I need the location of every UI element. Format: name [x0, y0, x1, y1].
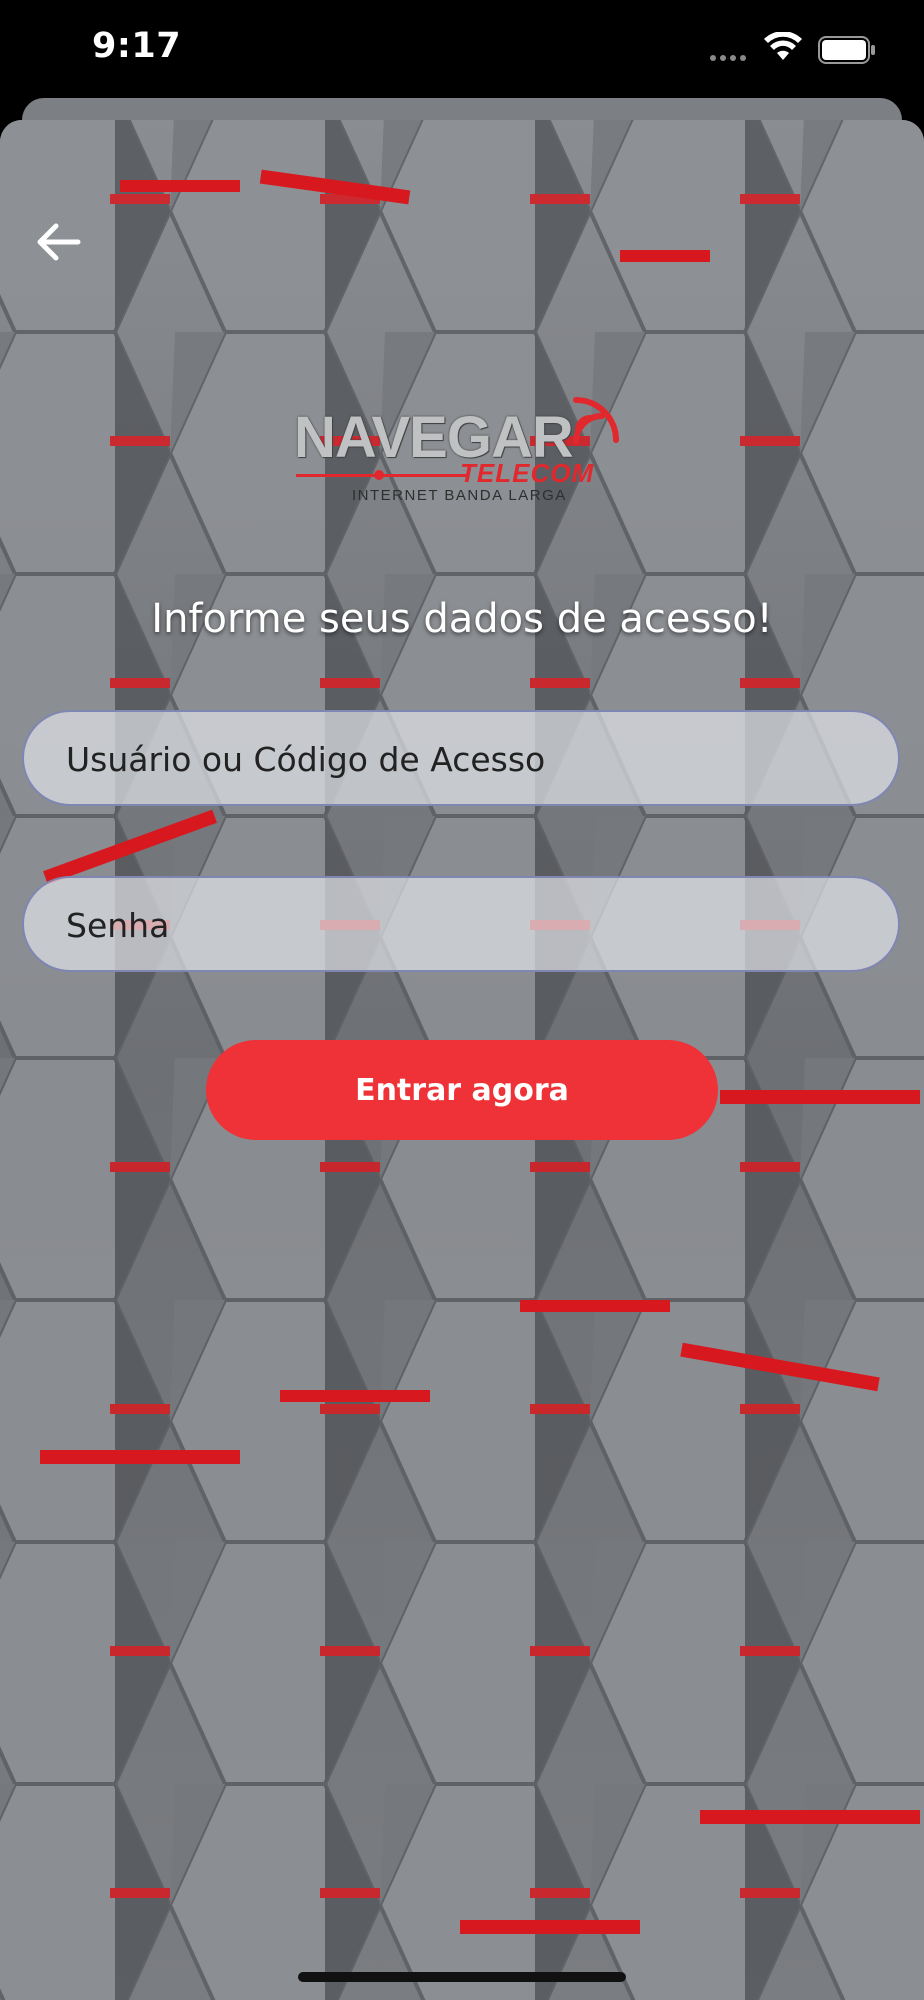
logo-dot [374, 470, 384, 480]
navegar-telecom-logo: NAVEGAR TELECOM INTERNET BANDA LARGA [290, 390, 630, 510]
logo-tagline: INTERNET BANDA LARGA [352, 487, 567, 504]
login-heading: Informe seus dados de acesso! [151, 596, 773, 642]
wifi-icon [764, 32, 802, 60]
arrow-left-icon [37, 223, 81, 261]
username-field[interactable] [22, 710, 900, 806]
cellular-signal-icon [710, 55, 746, 61]
battery-icon [818, 36, 875, 64]
status-bar: 9:17 [0, 0, 924, 100]
username-input[interactable] [64, 712, 868, 806]
logo-sub: TELECOM [460, 458, 595, 488]
password-field[interactable] [22, 876, 900, 972]
login-sheet: NAVEGAR TELECOM INTERNET BANDA LARGA Inf… [0, 120, 924, 2000]
login-submit-button[interactable]: Entrar agora [206, 1040, 718, 1140]
login-screen: 9:17 NAVEGAR TELECOM INTERNET BANDA LARG… [0, 0, 924, 2000]
home-indicator [298, 1972, 626, 1982]
signal-waves-icon [573, 397, 619, 445]
status-time: 9:17 [92, 26, 182, 66]
password-input[interactable] [64, 878, 868, 972]
back-button[interactable] [28, 212, 88, 272]
